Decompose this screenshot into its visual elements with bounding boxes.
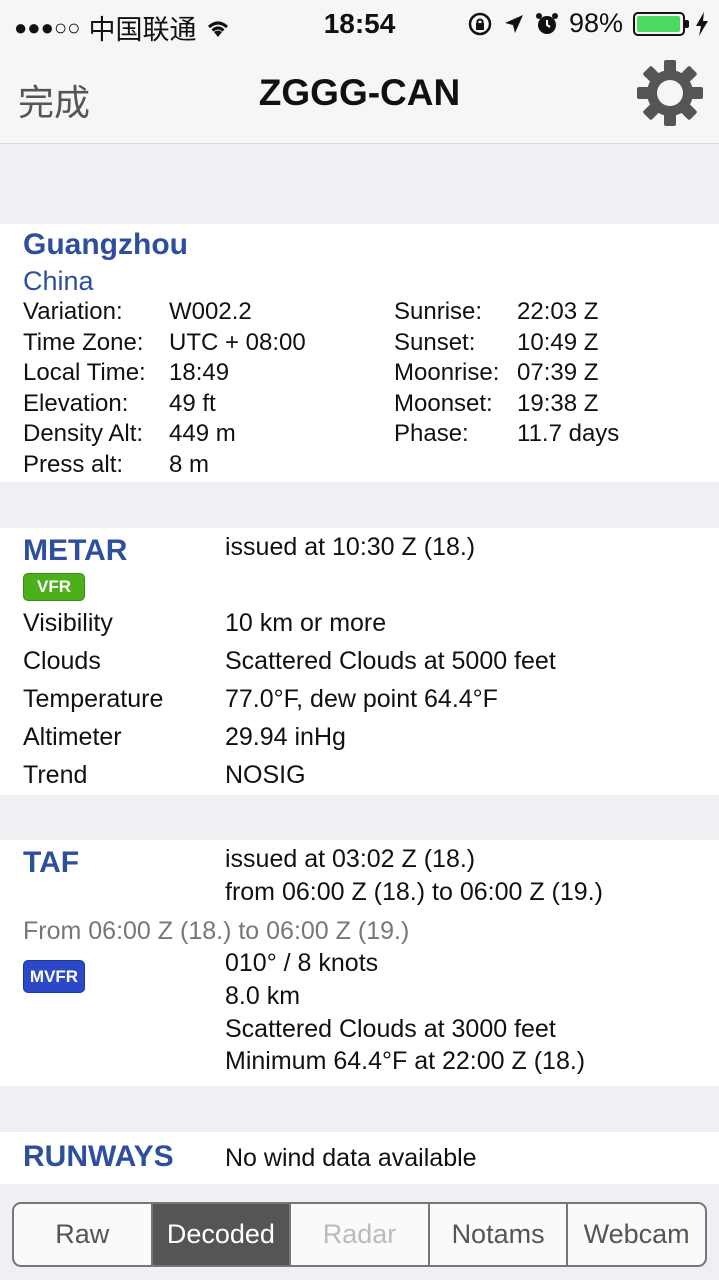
- detail-label: Press alt:: [23, 450, 124, 478]
- detail-row: Elevation: 49 ft: [23, 389, 306, 420]
- detail-label: Sunset:: [394, 328, 476, 356]
- detail-value: W002.2: [169, 298, 252, 325]
- tab-radar: Radar: [291, 1204, 430, 1265]
- metar-label: Trend: [23, 761, 88, 789]
- metar-value: 29.94 inHg: [225, 723, 346, 751]
- detail-row: Moonset: 19:38 Z: [394, 389, 619, 420]
- detail-value: 18:49: [169, 359, 230, 386]
- taf-section: TAF issued at 03:02 Z (18.) from 06:00 Z…: [0, 840, 719, 1086]
- detail-row: Density Alt: 449 m: [23, 419, 306, 450]
- detail-value: 22:03 Z: [517, 298, 599, 325]
- detail-row: Press alt: 8 m: [23, 450, 306, 481]
- flight-category-badge: MVFR: [23, 960, 85, 993]
- detail-row: Phase: 11.7 days: [394, 419, 619, 450]
- battery-fill: [637, 15, 681, 32]
- rotation-lock-icon: [468, 12, 492, 35]
- page-title: ZGGG-CAN: [258, 72, 461, 113]
- taf-period: From 06:00 Z (18.) to 06:00 Z (19.): [23, 917, 410, 945]
- battery-icon: [633, 11, 689, 36]
- flight-category-badge: VFR: [23, 573, 85, 601]
- metar-issued: issued at 10:30 Z (18.): [225, 533, 476, 561]
- detail-value: UTC + 08:00: [169, 328, 306, 356]
- metar-label: Altimeter: [23, 723, 122, 751]
- detail-value: 10:49 Z: [517, 328, 599, 356]
- runways-wind-info: No wind data available: [225, 1144, 477, 1172]
- detail-value: 19:38 Z: [517, 389, 599, 417]
- detail-label: Density Alt:: [23, 420, 144, 447]
- detail-label: Moonset:: [394, 389, 493, 417]
- detail-label: Moonrise:: [394, 359, 500, 386]
- taf-clouds: Scattered Clouds at 3000 feet: [225, 1015, 556, 1043]
- nav-bar: 完成 ZGGG-CAN: [0, 46, 719, 144]
- status-bar: ●●●○○ 中国联通 18:54 98%: [0, 0, 719, 46]
- detail-label: Local Time:: [23, 359, 146, 386]
- taf-temperature: Minimum 64.4°F at 22:00 Z (18.): [225, 1047, 586, 1075]
- detail-value: 11.7 days: [517, 420, 620, 447]
- gear-icon[interactable]: [635, 58, 705, 128]
- taf-validity: from 06:00 Z (18.) to 06:00 Z (19.): [225, 878, 603, 906]
- detail-value: 07:39 Z: [517, 359, 599, 386]
- detail-label: Time Zone:: [23, 328, 144, 356]
- metar-value: 77.0°F, dew point 64.4°F: [225, 685, 498, 713]
- runways-section: RUNWAYS No wind data available: [0, 1132, 719, 1184]
- alarm-icon: [535, 12, 558, 34]
- detail-label: Variation:: [23, 298, 123, 325]
- detail-row: Local Time: 18:49: [23, 358, 306, 389]
- detail-label: Phase:: [394, 420, 469, 447]
- view-mode-segmented-control: Raw Decoded Radar Notams Webcam: [12, 1202, 707, 1267]
- detail-row: Sunset: 10:49 Z: [394, 328, 619, 359]
- charging-bolt-icon: [696, 11, 708, 36]
- metar-label: Temperature: [23, 685, 164, 713]
- location-details-right: Sunrise: 22:03 Z Sunset: 10:49 Z Moonrise:…: [394, 297, 619, 450]
- tab-decoded[interactable]: Decoded: [152, 1204, 292, 1265]
- detail-row: Variation: W002.2: [23, 297, 306, 328]
- metar-section: METAR issued at 10:30 Z (18.) VFR Visibi…: [0, 528, 719, 795]
- location-details-left: Variation: W002.2 Time Zone: UTC + 08:00 L…: [23, 297, 306, 480]
- city-name: Guangzhou: [23, 228, 188, 261]
- metar-value: 10 km or more: [225, 609, 387, 637]
- detail-row: Moonrise: 07:39 Z: [394, 358, 619, 389]
- taf-wind: 010° / 8 knots: [225, 949, 379, 977]
- location-section: Guangzhou China Variation: W002.2 Time Zo…: [0, 224, 719, 482]
- metar-label: Visibility: [23, 609, 113, 637]
- taf-heading: TAF: [23, 846, 80, 879]
- detail-row: Time Zone: UTC + 08:00: [23, 328, 306, 359]
- runways-heading: RUNWAYS: [23, 1140, 174, 1173]
- taf-issued: issued at 03:02 Z (18.): [225, 845, 476, 873]
- detail-value: 449 m: [169, 420, 236, 447]
- metar-value: NOSIG: [225, 761, 306, 789]
- tab-raw[interactable]: Raw: [14, 1204, 153, 1265]
- metar-value: Scattered Clouds at 5000 feet: [225, 647, 556, 675]
- detail-label: Elevation:: [23, 389, 129, 417]
- taf-visibility: 8.0 km: [225, 982, 301, 1010]
- battery-percent: 98%: [568, 8, 623, 38]
- status-right: 98%: [467, 8, 709, 39]
- detail-row: Sunrise: 22:03 Z: [394, 297, 619, 328]
- detail-value: 8 m: [169, 450, 210, 478]
- location-arrow-icon: [504, 14, 523, 33]
- country-name: China: [23, 266, 94, 296]
- detail-label: Sunrise:: [394, 298, 483, 325]
- metar-heading: METAR: [23, 534, 128, 567]
- metar-label: Clouds: [23, 647, 101, 675]
- detail-value: 49 ft: [169, 389, 216, 417]
- tab-notams[interactable]: Notams: [430, 1204, 569, 1265]
- tab-webcam[interactable]: Webcam: [568, 1204, 705, 1265]
